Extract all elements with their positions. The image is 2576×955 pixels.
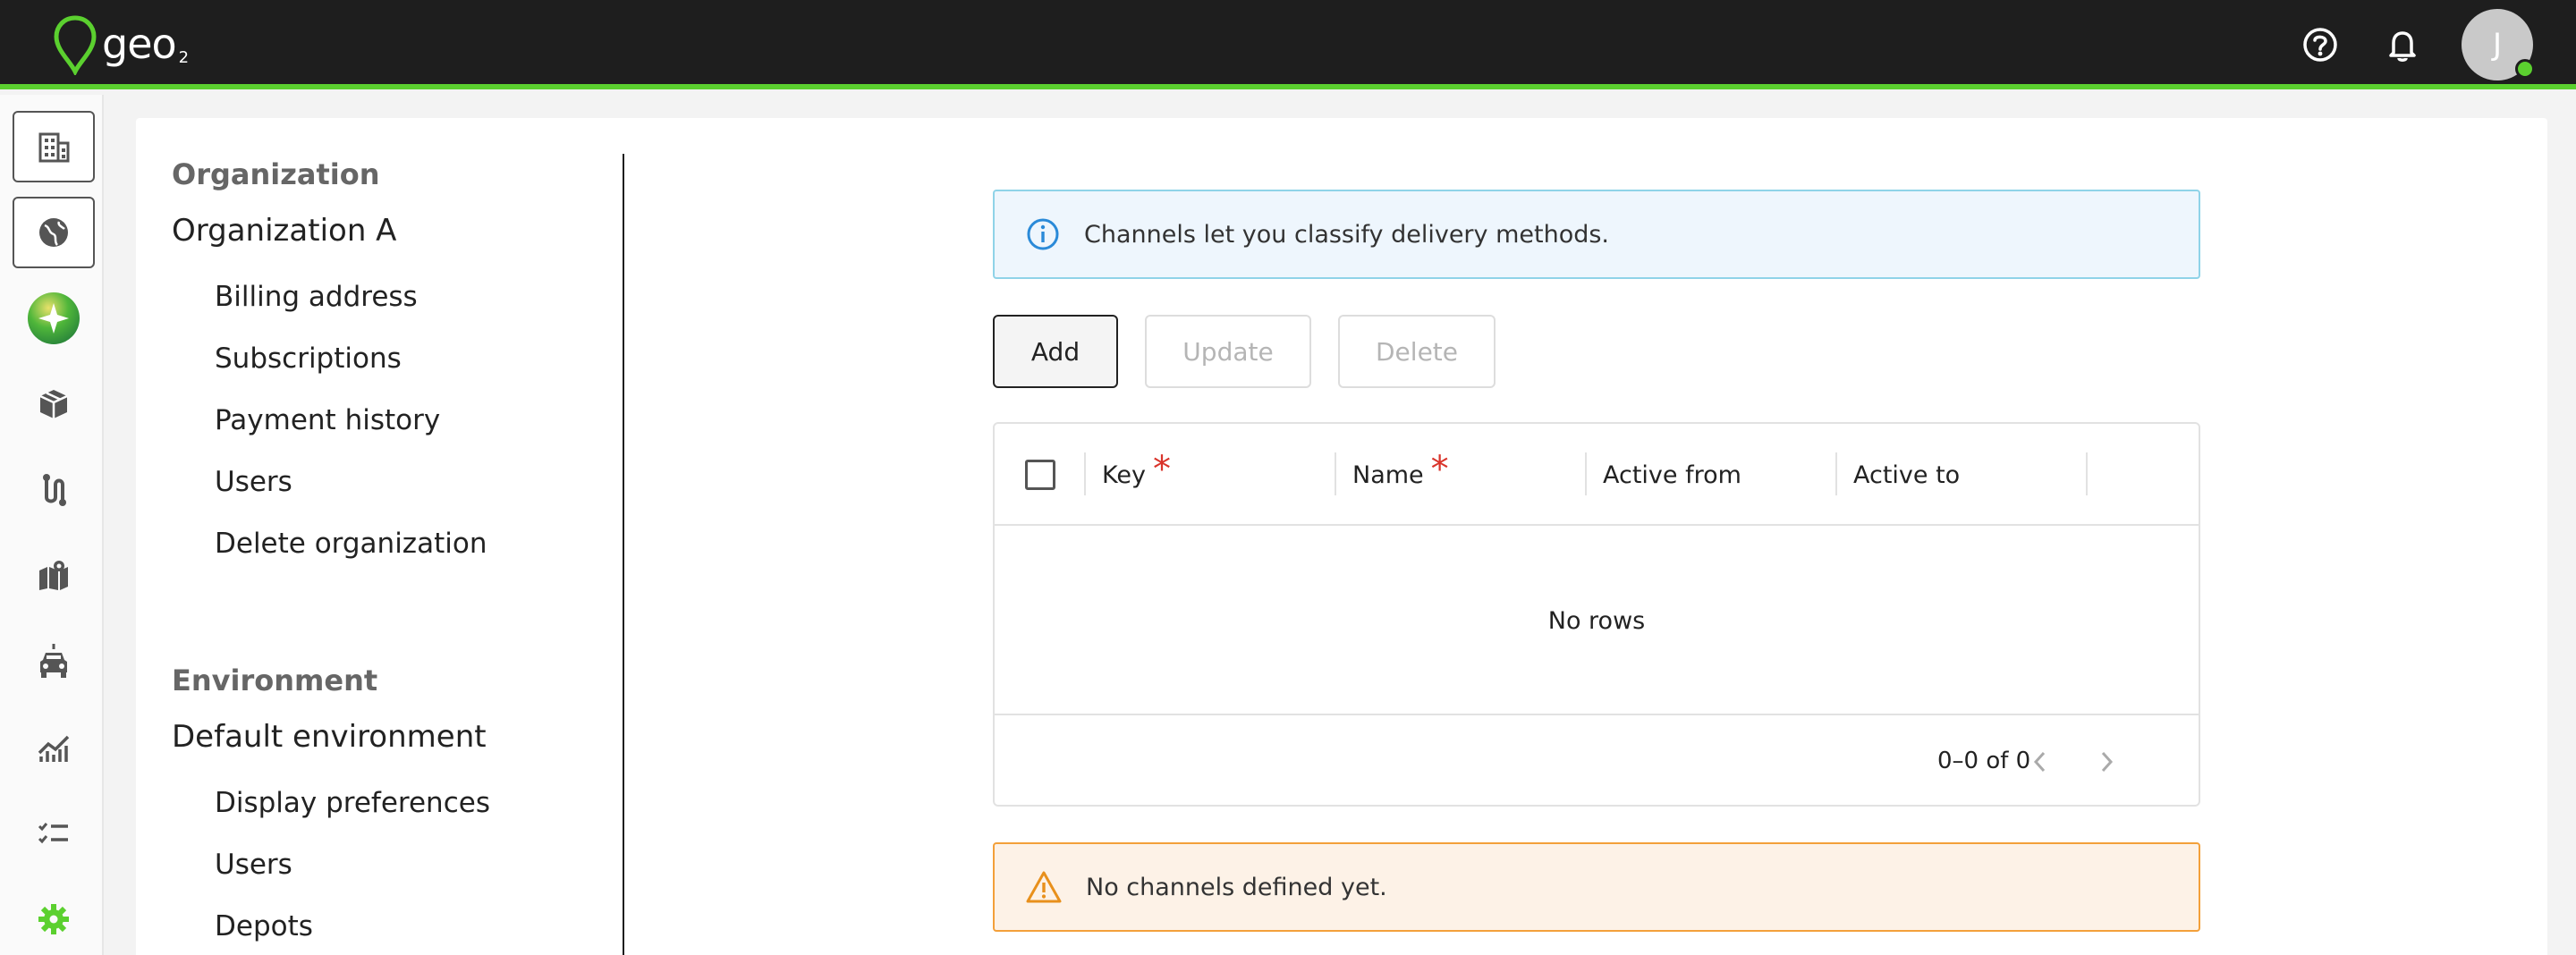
table-footer: 0–0 of 0 <box>995 714 2199 807</box>
organization-building-icon[interactable] <box>13 111 95 182</box>
nav-item-subscriptions[interactable]: Subscriptions <box>215 342 402 375</box>
column-label-name: Name <box>1352 461 1424 489</box>
column-header-key[interactable]: Key * <box>1102 424 1171 526</box>
analytics-chart-icon[interactable] <box>13 712 95 783</box>
nav-organization-name[interactable]: Organization A <box>172 213 396 249</box>
notifications-bell-icon[interactable] <box>2383 25 2422 64</box>
info-alert: Channels let you classify delivery metho… <box>993 190 2200 279</box>
vehicle-icon[interactable] <box>13 626 95 697</box>
info-text: Channels let you classify delivery metho… <box>1084 220 1610 249</box>
nav-section-organization: Organization <box>172 157 380 191</box>
nav-item-billing-address[interactable]: Billing address <box>215 281 418 313</box>
logo-subscript: 2 <box>178 48 190 67</box>
top-app-bar: geo 2 J <box>0 0 2576 89</box>
column-label-active-to: Active to <box>1853 461 1961 489</box>
nav-divider <box>623 154 624 955</box>
column-separator <box>2086 452 2088 495</box>
warning-triangle-icon <box>1026 871 1062 903</box>
location-pin-logo-icon <box>54 15 97 75</box>
pagination-range: 0–0 of 0 <box>1937 748 2031 774</box>
nav-item-display-preferences[interactable]: Display preferences <box>215 787 490 819</box>
info-icon <box>1027 218 1059 250</box>
nav-item-env-users[interactable]: Users <box>215 849 292 881</box>
map-icon[interactable] <box>13 540 95 612</box>
warning-text: No channels defined yet. <box>1086 873 1387 901</box>
user-avatar[interactable]: J <box>2462 9 2535 80</box>
add-button[interactable]: Add <box>993 315 1118 388</box>
required-asterisk: * <box>1152 449 1171 490</box>
previous-page-chevron-icon[interactable] <box>2021 744 2057 780</box>
empty-table-message: No rows <box>1547 606 1646 635</box>
nav-item-org-users[interactable]: Users <box>215 466 292 498</box>
app-logo[interactable]: geo 2 <box>52 14 189 77</box>
channels-table: Key * Name * Active from Active to No ro… <box>993 422 2200 807</box>
column-header-active-to[interactable]: Active to <box>1853 424 1960 526</box>
checklist-icon[interactable] <box>13 798 95 869</box>
column-separator <box>1585 452 1587 495</box>
package-icon[interactable] <box>13 368 95 440</box>
update-button[interactable]: Update <box>1145 315 1311 388</box>
nav-environment-name[interactable]: Default environment <box>172 719 487 755</box>
nav-section-environment: Environment <box>172 663 378 697</box>
table-header: Key * Name * Active from Active to <box>995 424 2199 526</box>
route-icon[interactable] <box>13 454 95 526</box>
logo-text: geo <box>102 20 177 68</box>
delete-button[interactable]: Delete <box>1338 315 1496 388</box>
column-separator <box>1835 452 1837 495</box>
globe-icon[interactable] <box>13 197 95 268</box>
nav-item-delete-organization[interactable]: Delete organization <box>215 528 487 560</box>
next-page-chevron-icon[interactable] <box>2089 744 2125 780</box>
warning-alert: No channels defined yet. <box>993 842 2200 932</box>
online-status-dot <box>2515 59 2535 79</box>
nav-item-payment-history[interactable]: Payment history <box>215 404 440 436</box>
select-all-checkbox[interactable] <box>1025 460 1055 490</box>
column-header-active-from[interactable]: Active from <box>1603 424 1741 526</box>
column-label-key: Key <box>1102 461 1146 489</box>
required-asterisk: * <box>1430 449 1449 490</box>
column-separator <box>1335 452 1336 495</box>
column-header-name[interactable]: Name * <box>1352 424 1449 526</box>
sparkle-ai-icon[interactable] <box>13 283 95 354</box>
left-navigation-rail <box>0 95 104 955</box>
settings-gear-icon[interactable] <box>13 883 95 955</box>
column-label-active-from: Active from <box>1603 461 1741 489</box>
column-separator <box>1084 452 1086 495</box>
nav-item-depots[interactable]: Depots <box>215 910 313 942</box>
avatar-initial: J <box>2492 27 2503 63</box>
help-icon[interactable] <box>2301 25 2340 64</box>
